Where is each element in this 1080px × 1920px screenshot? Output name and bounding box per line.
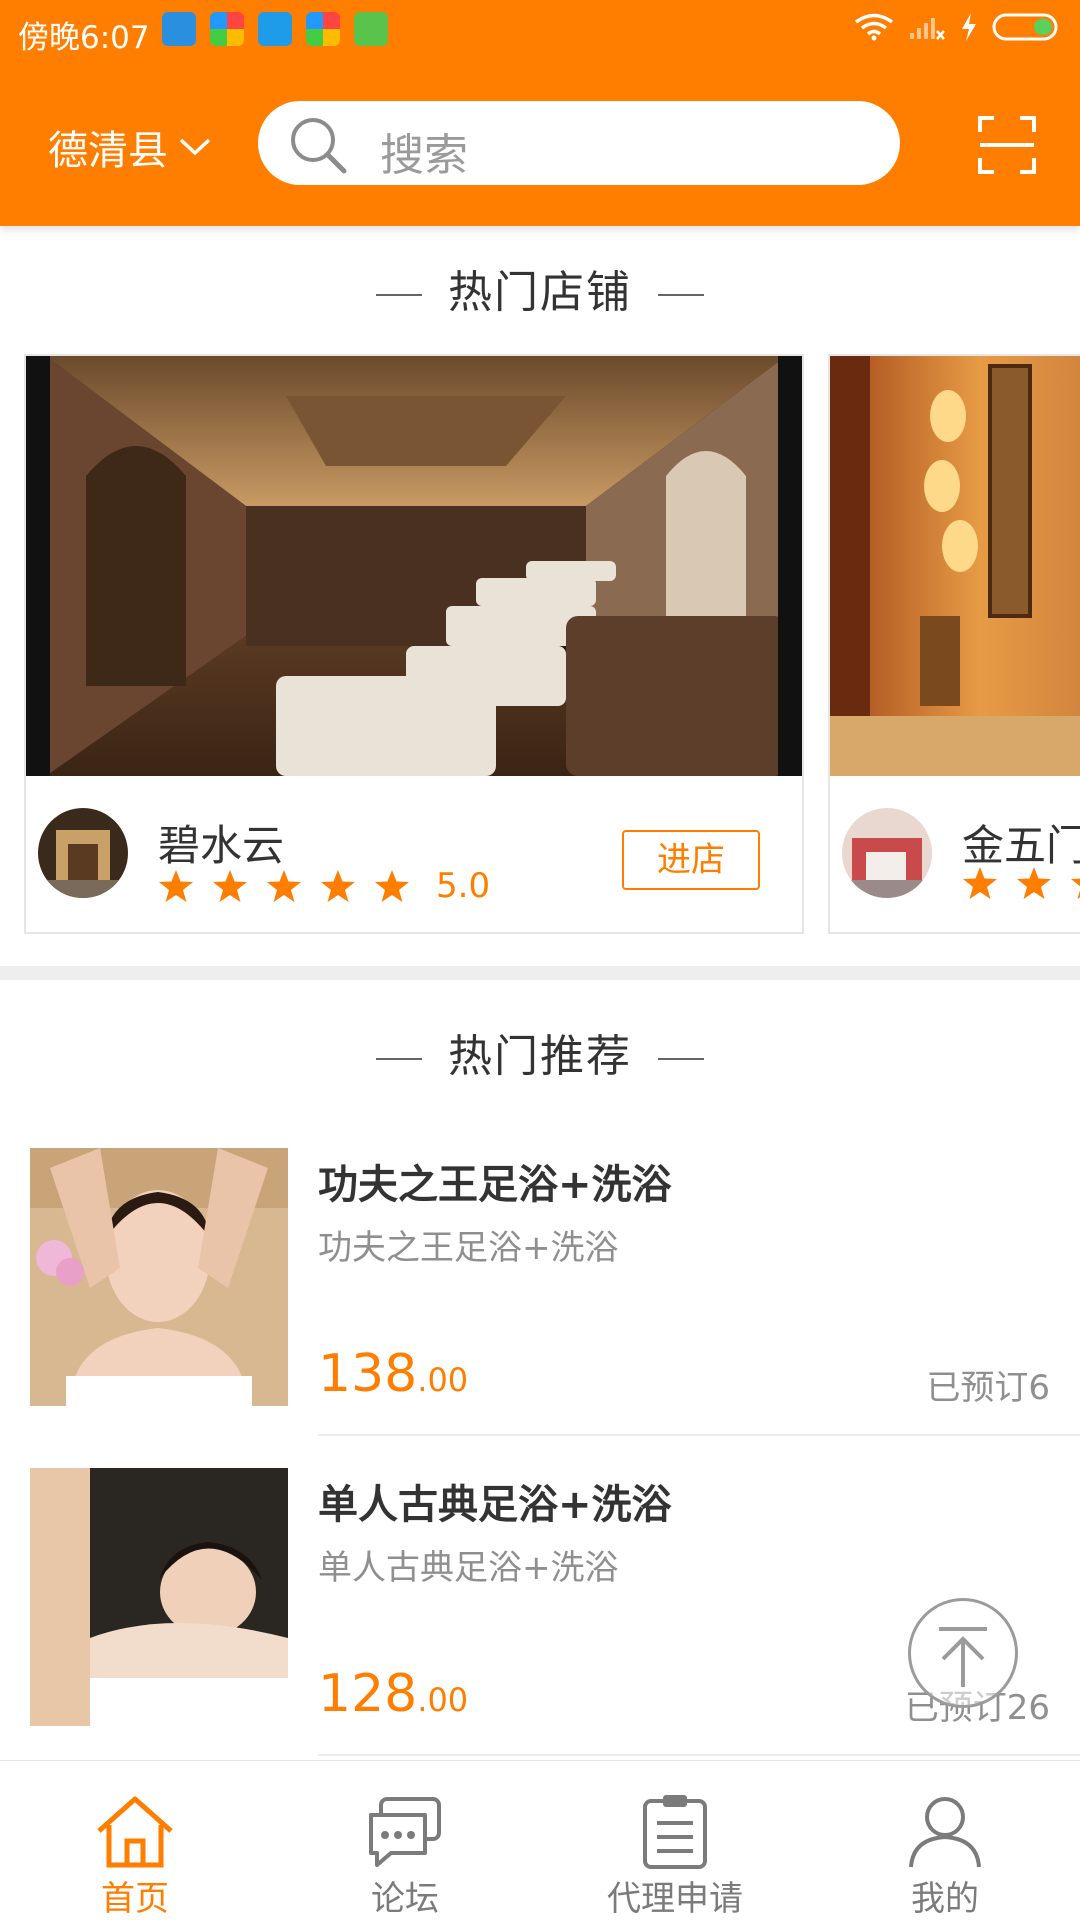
item-title: 功夫之王足浴+洗浴 [318, 1162, 672, 1208]
scan-icon[interactable] [976, 114, 1038, 176]
shop-name: 碧水云 [158, 821, 285, 870]
browser-notification-icon [210, 12, 244, 46]
star-icon [267, 870, 301, 902]
shop-rating-value: 5.0 [436, 866, 491, 906]
star-icon [1071, 878, 1080, 899]
hot-recommend-title: 热门推荐 [0, 1020, 1080, 1084]
home-icon [97, 1796, 173, 1868]
status-time: 傍晚6:07 [18, 20, 150, 56]
item-price: 128.00 [318, 1664, 469, 1724]
title-dash-right [658, 1058, 704, 1060]
item-description: 单人古典足浴+洗浴 [318, 1548, 619, 1588]
app-notification-icon [258, 12, 292, 46]
bottom-nav: 首页 论坛 代理申请 我的 [0, 1760, 1080, 1920]
item-title: 单人古典足浴+洗浴 [318, 1482, 672, 1528]
list-item[interactable]: 功夫之王足浴+洗浴 功夫之王足浴+洗浴 138.00 已预订6 [0, 1148, 1080, 1466]
nav-label: 论坛 [371, 1879, 439, 1919]
user-icon [909, 1797, 981, 1868]
star-icon [213, 870, 247, 902]
nav-label: 我的 [911, 1879, 979, 1919]
shop-avatar [38, 808, 128, 898]
enter-shop-button[interactable]: 进店 [622, 830, 760, 890]
nav-item-mine[interactable]: 我的 [810, 1761, 1080, 1920]
nav-item-home[interactable]: 首页 [0, 1761, 270, 1920]
nav-item-forum[interactable]: 论坛 [270, 1761, 540, 1920]
status-notification-icons [162, 12, 388, 46]
chevron-down-icon [179, 138, 211, 156]
city-selector[interactable]: 德清县 [48, 118, 212, 176]
browser-notification-icon-2 [306, 12, 340, 46]
android-notification-icon [354, 12, 388, 46]
item-separator [318, 1434, 1080, 1436]
hot-shops-title: 热门店铺 [0, 256, 1080, 320]
status-right-icons [854, 12, 1062, 42]
nav-item-agent-apply[interactable]: 代理申请 [540, 1761, 810, 1920]
status-bar: 傍晚6:07 [0, 0, 1080, 62]
app-screen: 傍晚6:07 德清县 搜索 热门店铺 碧水云 5.0 进店 金五门 热门推荐 功… [0, 0, 1080, 1920]
item-booked-count: 已预订6 [926, 1368, 1050, 1408]
star-icon [375, 870, 409, 902]
item-separator [318, 1754, 1080, 1756]
title-dash-right [658, 294, 704, 296]
star-icon [963, 867, 997, 899]
signal-icon [910, 18, 945, 40]
star-icon [321, 870, 355, 902]
search-input[interactable]: 搜索 [258, 101, 900, 185]
shop-avatar [842, 808, 932, 898]
usb-notification-icon [162, 12, 196, 46]
battery-icon [992, 13, 1058, 41]
wifi-icon [854, 13, 894, 41]
star-icon [159, 870, 193, 902]
nav-label: 首页 [101, 1879, 169, 1919]
item-description: 功夫之王足浴+洗浴 [318, 1228, 619, 1268]
star-icon [1017, 867, 1051, 899]
shop-rating: 5.0 [158, 866, 490, 906]
item-thumbnail [30, 1148, 288, 1406]
shop-name: 金五门 [962, 821, 1080, 870]
shop-card[interactable]: 金五门 [828, 354, 1080, 934]
shop-photo [26, 356, 802, 776]
search-placeholder: 搜索 [380, 130, 468, 181]
city-label: 德清县 [48, 128, 168, 174]
nav-label: 代理申请 [607, 1879, 743, 1919]
item-thumbnail [30, 1468, 288, 1726]
arrow-up-icon [939, 1627, 987, 1687]
clipboard-icon [643, 1795, 707, 1869]
title-dash-left [376, 294, 422, 296]
top-header: 傍晚6:07 德清县 搜索 [0, 0, 1080, 226]
search-icon [291, 118, 347, 174]
title-dash-left [376, 1058, 422, 1060]
shop-photo [830, 356, 1080, 776]
back-to-top-button[interactable] [908, 1598, 1018, 1708]
item-price: 138.00 [318, 1344, 469, 1404]
chat-icon [369, 1797, 441, 1867]
charging-icon [962, 13, 976, 41]
shop-rating [962, 866, 1080, 900]
section-divider [0, 966, 1080, 980]
shop-card[interactable]: 碧水云 5.0 进店 [24, 354, 804, 934]
